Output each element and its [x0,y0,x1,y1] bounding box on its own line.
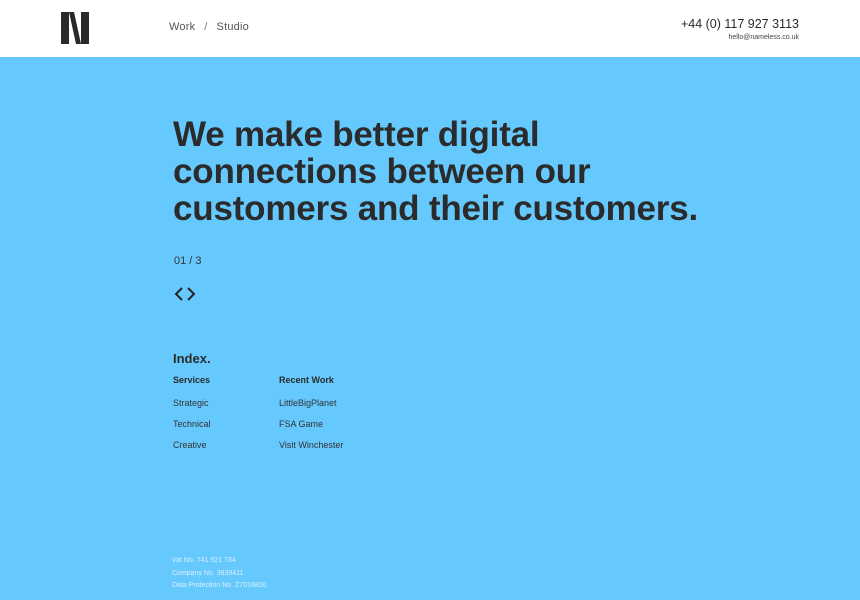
services-column: Services Strategic Technical Creative [173,375,211,461]
logo[interactable] [60,12,90,44]
next-slide-button[interactable] [185,286,197,302]
services-heading: Services [173,375,211,385]
main-nav: Work / Studio [169,21,249,33]
contact-block: +44 (0) 117 927 3113 hello@nameless.co.u… [681,17,799,41]
work-link-fsa-game[interactable]: FSA Game [279,419,343,429]
headline-line-3: customers and their customers. [173,189,698,228]
prev-slide-button[interactable] [173,286,185,302]
phone-number[interactable]: +44 (0) 117 927 3113 [681,17,799,31]
chevron-right-icon [187,287,196,301]
headline-line-1: We make better digital [173,115,540,154]
work-link-visit-winchester[interactable]: Visit Winchester [279,440,343,450]
company-number: Company No. 3839411 [172,569,244,577]
nav-separator: / [204,21,208,33]
index-title: Index. [173,351,211,366]
nav-work-link[interactable]: Work [169,21,195,33]
service-link-strategic[interactable]: Strategic [173,398,211,408]
n-logo-icon [61,12,89,44]
service-link-technical[interactable]: Technical [173,419,211,429]
headline-line-2: connections between our [173,152,591,191]
chevron-left-icon [174,287,183,301]
top-bar: Work / Studio +44 (0) 117 927 3113 hello@n… [0,0,860,57]
hero-headline: We make better digital connections betwe… [173,116,773,227]
email-link[interactable]: hello@nameless.co.uk [681,34,799,41]
service-link-creative[interactable]: Creative [173,440,211,450]
nav-studio-link[interactable]: Studio [217,21,249,33]
work-link-littlebigplanet[interactable]: LittleBigPlanet [279,398,343,408]
slide-counter: 01 / 3 [174,255,202,267]
recent-work-heading: Recent Work [279,375,334,385]
footer-legal: Vat No. 741 921 734 Company No. 3839411 … [172,555,267,593]
data-protection-number: Data Protection No. Z7016820 [172,582,267,589]
vat-number: Vat No. 741 921 734 [172,557,236,564]
recent-work-column: Recent Work LittleBigPlanet FSA Game Vis… [279,375,343,461]
slide-arrows [173,286,199,302]
